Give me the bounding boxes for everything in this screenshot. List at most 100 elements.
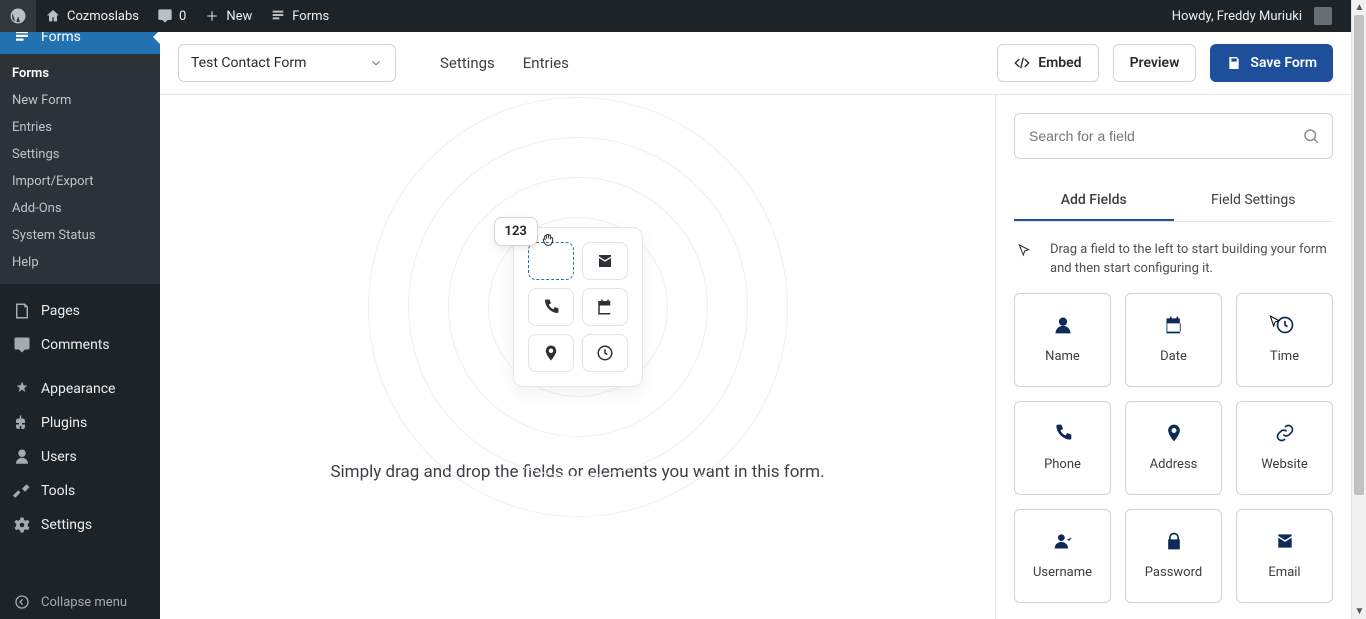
save-button[interactable]: Save Form (1210, 44, 1333, 82)
forms-menu-icon (12, 32, 32, 47)
plugins-icon (12, 413, 32, 433)
comment-icon (157, 8, 173, 24)
forms-label: Forms (292, 9, 329, 24)
scroll-track[interactable] (1352, 15, 1366, 604)
collapse-icon (12, 594, 32, 610)
field-website[interactable]: Website (1236, 401, 1333, 495)
preview-label: Preview (1130, 55, 1180, 71)
sub-new-form[interactable]: New Form (0, 87, 160, 114)
sub-forms[interactable]: Forms (0, 60, 160, 87)
user-check-icon (1053, 531, 1073, 551)
tab-add-fields[interactable]: Add Fields (1014, 181, 1174, 221)
tab-field-settings[interactable]: Field Settings (1174, 181, 1334, 221)
pin-icon (1164, 423, 1184, 443)
menu-item-tools[interactable]: Tools (0, 474, 160, 508)
field-phone[interactable]: Phone (1014, 401, 1111, 495)
form-canvas[interactable]: 123 Simply drag and drop the fields or e… (160, 95, 995, 619)
sub-settings[interactable]: Settings (0, 141, 160, 168)
new-link[interactable]: New (195, 0, 261, 32)
field-label: Time (1270, 349, 1299, 364)
sub-entries[interactable]: Entries (0, 114, 160, 141)
sub-system-status[interactable]: System Status (0, 222, 160, 249)
menu-label: Appearance (41, 381, 115, 397)
menu-item-comments[interactable]: Comments (0, 328, 160, 362)
sub-import-export[interactable]: Import/Export (0, 168, 160, 195)
collapse-label: Collapse menu (41, 595, 127, 610)
tab-settings[interactable]: Settings (440, 54, 495, 72)
appearance-icon (12, 379, 32, 399)
menu-item-pages[interactable]: Pages (0, 294, 160, 328)
collapse-menu[interactable]: Collapse menu (0, 585, 160, 619)
field-label: Website (1261, 457, 1308, 472)
field-search[interactable] (1014, 113, 1333, 159)
pointer-icon (1016, 243, 1034, 279)
menu-label: Settings (41, 517, 92, 533)
field-time[interactable]: Time (1236, 293, 1333, 387)
calendar-icon (1164, 315, 1184, 335)
field-label: Password (1145, 565, 1202, 580)
comments-link[interactable]: 0 (148, 0, 195, 32)
form-selector[interactable]: Test Contact Form (178, 44, 396, 82)
field-label: Date (1160, 349, 1187, 364)
demo-slot-email (582, 242, 628, 280)
clock-icon (1275, 315, 1295, 335)
scroll-down-button[interactable]: ▼ (1352, 604, 1366, 619)
wordpress-icon (9, 7, 27, 25)
editor-topbar: Test Contact Form Settings Entries Embed… (160, 32, 1351, 95)
menu-label: Plugins (41, 415, 87, 431)
field-email[interactable]: Email (1236, 509, 1333, 603)
window-scrollbar[interactable]: ▲ ▼ (1351, 0, 1366, 619)
site-link[interactable]: Cozmoslabs (36, 0, 148, 32)
comments-count: 0 (179, 9, 186, 24)
search-input[interactable] (1027, 127, 1302, 145)
menu-item-appearance[interactable]: Appearance (0, 372, 160, 406)
sub-help[interactable]: Help (0, 249, 160, 276)
menu-label: Tools (41, 483, 75, 499)
save-icon (1226, 55, 1242, 71)
hint-text: Drag a field to the left to start buildi… (1050, 240, 1331, 279)
forms-submenu: Forms New Form Entries Settings Import/E… (0, 54, 160, 284)
settings-icon (12, 515, 32, 535)
field-label: Address (1150, 457, 1198, 472)
fields-panel: Add Fields Field Settings Drag a field t… (995, 95, 1351, 619)
wordpress-logo-menu[interactable] (0, 0, 36, 32)
menu-item-settings[interactable]: Settings (0, 508, 160, 542)
field-name[interactable]: Name (1014, 293, 1111, 387)
tools-icon (12, 481, 32, 501)
avatar (1314, 7, 1332, 25)
empty-state-text: Simply drag and drop the fields or eleme… (330, 462, 824, 482)
sub-addons[interactable]: Add-Ons (0, 195, 160, 222)
account-menu[interactable]: Howdy, Freddy Muriuki (1163, 0, 1341, 32)
howdy-text: Howdy, Freddy Muriuki (1172, 9, 1302, 24)
phone-icon (1053, 423, 1073, 443)
main-area: Test Contact Form Settings Entries Embed… (160, 32, 1351, 619)
grab-cursor-icon (540, 232, 556, 248)
forms-icon (270, 8, 286, 24)
mail-icon (1275, 531, 1295, 551)
lock-icon (1164, 531, 1184, 551)
preview-button[interactable]: Preview (1113, 44, 1197, 82)
field-address[interactable]: Address (1125, 401, 1222, 495)
field-username[interactable]: Username (1014, 509, 1111, 603)
admin-bar: Cozmoslabs 0 New Forms Howdy, Freddy Mur… (0, 0, 1351, 32)
form-tabs: Settings Entries (440, 54, 569, 72)
scroll-thumb[interactable] (1354, 15, 1364, 495)
menu-item-plugins[interactable]: Plugins (0, 406, 160, 440)
demo-slot-date (582, 288, 628, 326)
home-icon (45, 8, 61, 24)
menu-item-users[interactable]: Users (0, 440, 160, 474)
forms-link[interactable]: Forms (261, 0, 338, 32)
field-label: Email (1268, 565, 1300, 580)
person-icon (1053, 315, 1073, 335)
menu-item-forms[interactable]: Forms (0, 32, 160, 54)
field-label: Name (1045, 349, 1080, 364)
field-date[interactable]: Date (1125, 293, 1222, 387)
demo-slot-phone (528, 288, 574, 326)
demo-chip: 123 (494, 217, 538, 246)
search-icon (1302, 127, 1320, 145)
embed-button[interactable]: Embed (997, 44, 1098, 82)
chevron-down-icon (369, 56, 383, 70)
field-password[interactable]: Password (1125, 509, 1222, 603)
scroll-up-button[interactable]: ▲ (1352, 0, 1366, 15)
tab-entries[interactable]: Entries (523, 54, 569, 72)
